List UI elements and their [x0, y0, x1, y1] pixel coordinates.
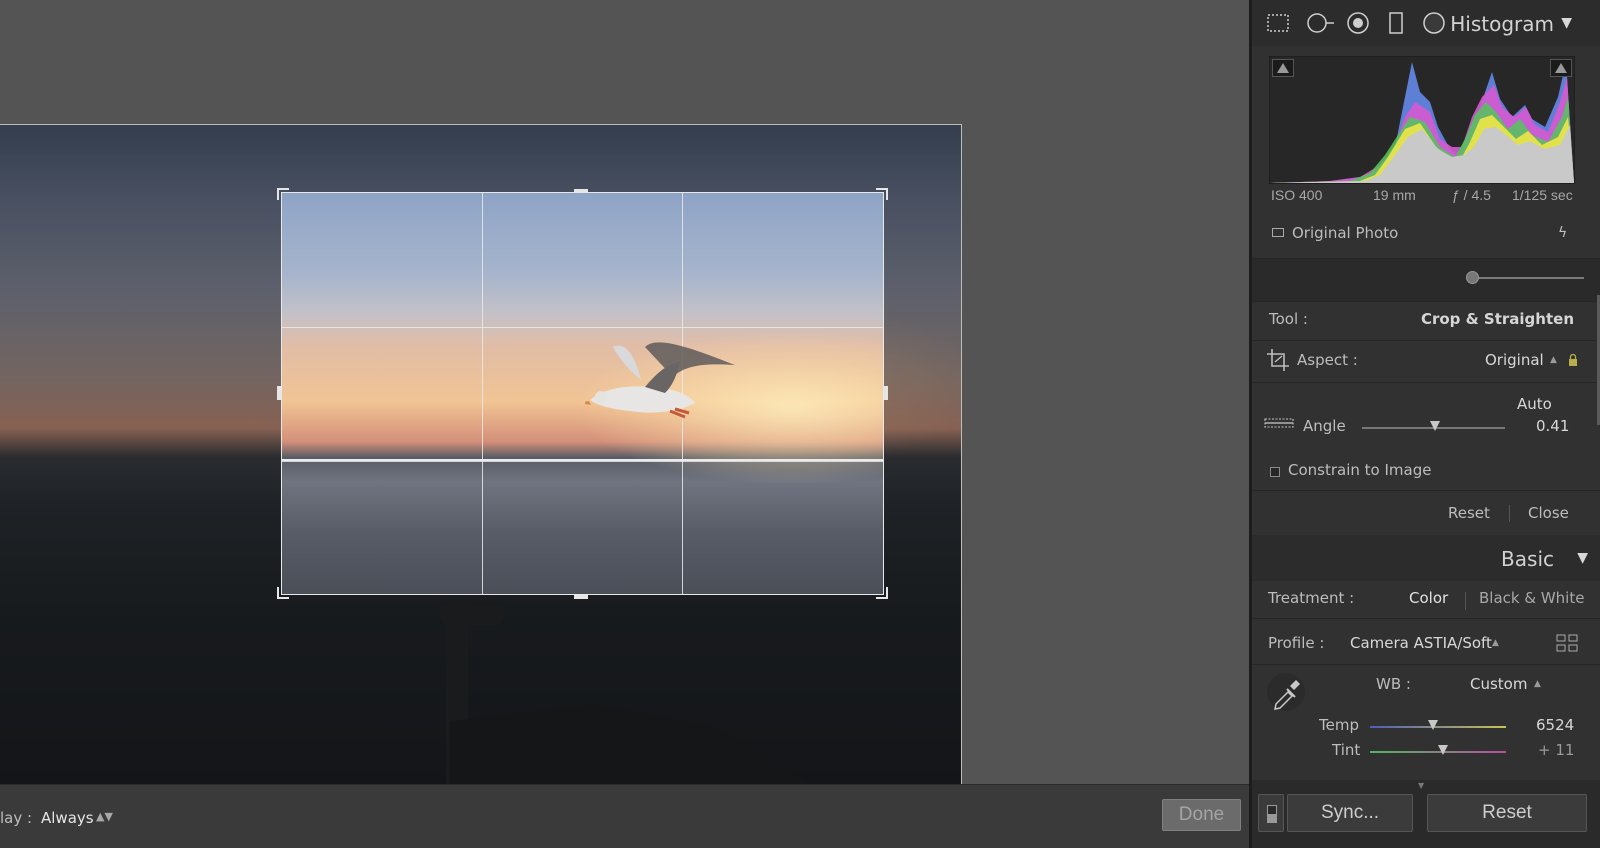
- tint-label: Tint: [1332, 741, 1361, 759]
- original-photo-label: Original Photo: [1292, 224, 1399, 242]
- aspect-label: Aspect :: [1297, 351, 1358, 369]
- wb-select[interactable]: Custom: [1470, 675, 1527, 693]
- row-separator: [1252, 340, 1600, 341]
- crop-close-button[interactable]: Close: [1528, 504, 1569, 522]
- radial-filter-icon[interactable]: [1422, 12, 1446, 34]
- scroll-down-icon[interactable]: ▼: [1418, 781, 1424, 790]
- crop-reset-button[interactable]: Reset: [1448, 504, 1490, 522]
- temp-slider-track[interactable]: [1370, 726, 1506, 728]
- tool-overlay-label: lay :: [0, 809, 33, 827]
- collapse-triangle-icon[interactable]: ▼: [1561, 15, 1572, 31]
- crop-rectangle[interactable]: [281, 192, 884, 595]
- histogram-curves: [1270, 62, 1574, 183]
- tool-strip: [1252, 258, 1600, 302]
- row-separator: [1252, 618, 1600, 619]
- tool-overlay-select[interactable]: Always: [41, 809, 94, 827]
- temp-slider-knob[interactable]: [1428, 720, 1438, 730]
- wb-updown-icon: ▲: [1534, 679, 1541, 689]
- angle-slider-knob[interactable]: [1430, 421, 1440, 431]
- auto-angle-button[interactable]: Auto: [1517, 395, 1552, 413]
- wb-label: WB :: [1376, 675, 1411, 693]
- crop-overlay-icon[interactable]: [1266, 12, 1290, 34]
- photo-canvas[interactable]: [0, 0, 1249, 784]
- constrain-to-image-label: Constrain to Image: [1288, 461, 1432, 479]
- iso-readout: ISO 400: [1271, 187, 1323, 203]
- aspect-select[interactable]: Original: [1485, 351, 1544, 369]
- treatment-color-option[interactable]: Color: [1409, 589, 1448, 607]
- tint-slider-knob[interactable]: [1438, 745, 1448, 755]
- profile-browser-grid-icon[interactable]: [1556, 634, 1578, 652]
- temp-value[interactable]: 6524: [1536, 716, 1574, 734]
- sync-button[interactable]: Sync...: [1287, 794, 1413, 832]
- treatment-bw-option[interactable]: Black & White: [1479, 589, 1584, 607]
- profile-select[interactable]: Camera ASTIA/Soft: [1350, 634, 1492, 652]
- spot-removal-icon[interactable]: [1306, 12, 1336, 34]
- straighten-level-icon[interactable]: [1263, 414, 1295, 432]
- done-button[interactable]: Done: [1162, 799, 1241, 831]
- updown-arrows-icon: ▲▼: [96, 810, 113, 823]
- highlight-clipping-icon[interactable]: [1550, 59, 1572, 77]
- profile-updown-icon: ▲: [1492, 638, 1499, 648]
- row-separator: [1252, 490, 1600, 491]
- aperture-readout: ƒ / 4.5: [1452, 187, 1491, 203]
- crop-handle-right[interactable]: [884, 386, 888, 400]
- tool-label: Tool :: [1269, 310, 1308, 328]
- grid-line-v1: [482, 193, 483, 594]
- angle-label: Angle: [1303, 417, 1346, 435]
- reset-button[interactable]: Reset: [1427, 794, 1587, 832]
- flash-icon: ϟ: [1558, 225, 1568, 241]
- crop-handle-top[interactable]: [574, 189, 588, 193]
- aspect-updown-icon: ▲: [1550, 355, 1557, 365]
- canvas-toolbar: lay : Always ▲▼ Done: [0, 784, 1249, 848]
- treatment-separator: [1465, 592, 1466, 610]
- angle-value[interactable]: 0.41: [1536, 417, 1569, 435]
- basic-header[interactable]: Basic ▼: [1252, 535, 1600, 581]
- treatment-label: Treatment :: [1268, 589, 1355, 607]
- basic-title: Basic: [1501, 547, 1554, 571]
- basic-collapse-triangle-icon[interactable]: ▼: [1577, 550, 1588, 566]
- shadow-clipping-icon[interactable]: [1272, 59, 1294, 77]
- reset-close-separator: [1509, 505, 1510, 522]
- crop-handle-top-right[interactable]: [876, 188, 888, 200]
- brush-slider-track[interactable]: [1474, 277, 1584, 279]
- profile-label: Profile :: [1268, 634, 1325, 652]
- histogram-title: Histogram: [1450, 12, 1554, 36]
- crop-handle-top-left[interactable]: [277, 188, 289, 200]
- histogram-graph[interactable]: [1269, 56, 1575, 184]
- row-separator: [1252, 382, 1600, 383]
- crop-handle-bottom-left[interactable]: [277, 587, 289, 599]
- tint-value[interactable]: + 11: [1538, 741, 1574, 759]
- crop-frame-icon[interactable]: [1266, 348, 1290, 372]
- original-photo-checkbox[interactable]: [1272, 228, 1284, 237]
- crop-handle-left[interactable]: [277, 386, 281, 400]
- graduated-filter-icon[interactable]: [1384, 12, 1408, 34]
- aspect-lock-icon[interactable]: [1568, 354, 1578, 367]
- crop-handle-bottom-right[interactable]: [876, 587, 888, 599]
- auto-sync-toggle[interactable]: [1258, 794, 1284, 832]
- constrain-to-image-checkbox[interactable]: [1270, 467, 1280, 477]
- red-eye-icon[interactable]: [1346, 12, 1370, 34]
- develop-right-panel: Histogram ▼ ISO 400 19 mm ƒ / 4.5 1/125 …: [1252, 0, 1600, 848]
- brush-slider-knob[interactable]: [1466, 271, 1479, 284]
- temp-label: Temp: [1319, 716, 1359, 734]
- white-balance-eyedropper-icon[interactable]: [1266, 672, 1306, 712]
- row-separator: [1252, 664, 1600, 665]
- seagull-subject: [585, 342, 735, 419]
- crop-handle-bottom[interactable]: [574, 595, 588, 599]
- shutter-readout: 1/125 sec: [1512, 187, 1573, 203]
- focal-length-readout: 19 mm: [1373, 187, 1416, 203]
- tool-value: Crop & Straighten: [1420, 310, 1574, 328]
- grid-line-h1: [282, 327, 883, 328]
- grid-line-h2: [282, 461, 883, 462]
